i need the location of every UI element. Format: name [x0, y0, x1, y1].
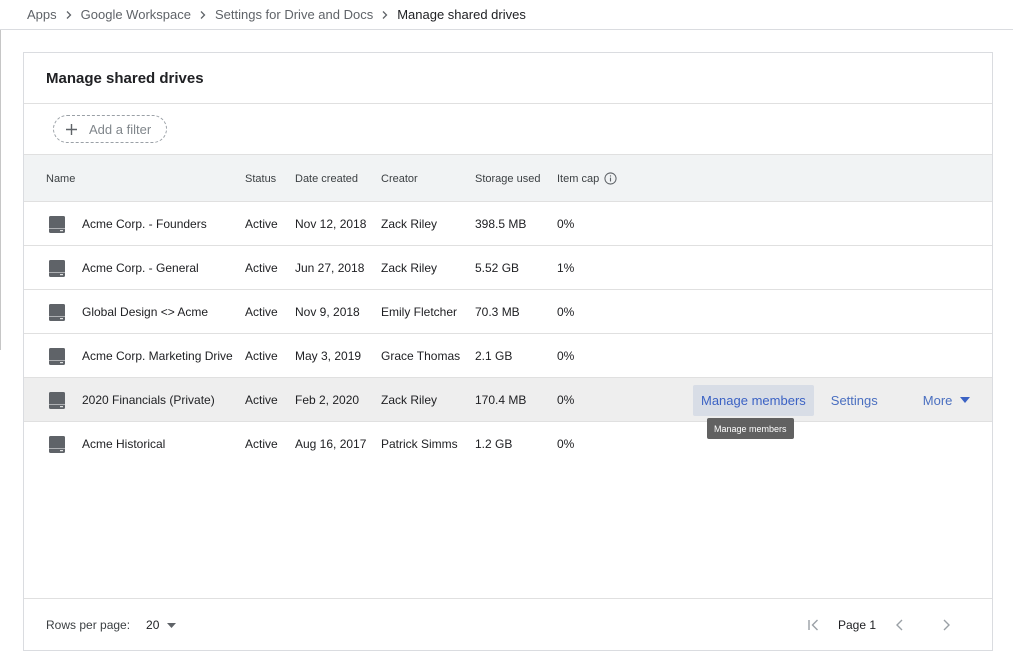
settings-button[interactable]: Settings	[823, 385, 886, 416]
info-icon[interactable]	[604, 172, 617, 185]
previous-page-button[interactable]	[892, 599, 908, 651]
table-row[interactable]: Acme Historical Active Aug 16, 2017 Patr…	[24, 422, 992, 466]
more-button[interactable]: More	[915, 385, 979, 416]
chevron-right-icon	[380, 10, 390, 20]
drive-date-created: Nov 9, 2018	[295, 305, 360, 319]
drive-status: Active	[245, 393, 278, 407]
drive-creator: Zack Riley	[381, 393, 438, 407]
table-row[interactable]: Acme Corp. - Founders Active Nov 12, 201…	[24, 202, 992, 246]
shared-drive-icon	[48, 334, 66, 378]
column-header-storage-used[interactable]: Storage used	[475, 155, 540, 202]
drive-date-created: Jun 27, 2018	[295, 261, 365, 275]
shared-drive-icon	[48, 246, 66, 290]
shared-drive-icon	[48, 202, 66, 246]
column-header-item-cap-label: Item cap	[557, 172, 600, 185]
drive-storage-used: 5.52 GB	[475, 261, 520, 275]
table-row-hovered[interactable]: 2020 Financials (Private) Active Feb 2, …	[24, 378, 992, 422]
breadcrumb: Apps Google Workspace Settings for Drive…	[0, 0, 1013, 30]
shared-drive-icon	[48, 422, 66, 466]
rows-per-page: Rows per page: 20	[46, 599, 177, 651]
chevron-right-icon	[64, 10, 74, 20]
drive-status: Active	[245, 217, 278, 231]
caret-down-icon	[167, 622, 177, 628]
shared-drive-icon	[48, 378, 66, 422]
add-filter-label: Add a filter	[89, 121, 152, 137]
drive-item-cap: 0%	[557, 305, 575, 319]
drive-name: Acme Historical	[82, 437, 166, 451]
drive-date-created: Nov 12, 2018	[295, 217, 367, 231]
table-body: Acme Corp. - Founders Active Nov 12, 201…	[24, 202, 992, 466]
chevron-left-icon	[896, 619, 903, 631]
drive-name: Global Design <> Acme	[82, 305, 209, 319]
drive-name: Acme Corp. - Founders	[82, 217, 207, 231]
drive-item-cap: 0%	[557, 349, 575, 363]
column-header-date-created[interactable]: Date created	[295, 155, 358, 202]
drive-creator: Patrick Simms	[381, 437, 458, 451]
drive-name: Acme Corp. - General	[82, 261, 199, 275]
chevron-right-icon	[943, 619, 950, 631]
drive-item-cap: 0%	[557, 217, 575, 231]
drive-date-created: May 3, 2019	[295, 349, 362, 363]
shared-drive-icon	[48, 290, 66, 334]
column-header-status[interactable]: Status	[245, 155, 276, 202]
manage-members-tooltip: Manage members	[707, 418, 794, 439]
drive-name: Acme Corp. Marketing Drive	[82, 349, 233, 363]
row-actions: Manage members Settings More	[693, 378, 978, 422]
breadcrumb-current: Manage shared drives	[397, 7, 526, 22]
drive-date-created: Aug 16, 2017	[295, 437, 367, 451]
column-header-creator[interactable]: Creator	[381, 155, 418, 202]
drive-status: Active	[245, 437, 278, 451]
card-title: Manage shared drives	[24, 53, 992, 104]
breadcrumb-apps[interactable]: Apps	[27, 7, 57, 22]
drive-item-cap: 1%	[557, 261, 575, 275]
table-row[interactable]: Global Design <> Acme Active Nov 9, 2018…	[24, 290, 992, 334]
drive-creator: Grace Thomas	[381, 349, 461, 363]
filter-bar: Add a filter	[24, 104, 992, 155]
plus-icon	[66, 123, 77, 135]
drive-item-cap: 0%	[557, 437, 575, 451]
pagination: Page 1	[792, 599, 992, 651]
drive-name: 2020 Financials (Private)	[82, 393, 215, 407]
rows-per-page-select[interactable]: 20	[146, 618, 177, 632]
drive-storage-used: 70.3 MB	[475, 305, 520, 319]
add-filter-button[interactable]: Add a filter	[53, 115, 168, 143]
drive-creator: Emily Fletcher	[381, 305, 458, 319]
drive-storage-used: 170.4 MB	[475, 393, 527, 407]
drive-item-cap: 0%	[557, 393, 575, 407]
drive-storage-used: 2.1 GB	[475, 349, 513, 363]
drive-creator: Zack Riley	[381, 217, 438, 231]
page-indicator: Page 1	[838, 618, 877, 632]
first-page-icon	[808, 619, 818, 631]
table-row[interactable]: Acme Corp. - General Active Jun 27, 2018…	[24, 246, 992, 290]
more-button-label: More	[922, 392, 953, 408]
table-row[interactable]: Acme Corp. Marketing Drive Active May 3,…	[24, 334, 992, 378]
column-header-item-cap[interactable]: Item cap	[557, 155, 617, 202]
breadcrumb-drive-settings[interactable]: Settings for Drive and Docs	[215, 7, 373, 22]
drive-storage-used: 398.5 MB	[475, 217, 527, 231]
drive-status: Active	[245, 261, 278, 275]
table-header: Name Status Date created Creator Storage…	[24, 155, 992, 202]
breadcrumb-google-workspace[interactable]: Google Workspace	[81, 7, 191, 22]
caret-down-icon	[960, 397, 971, 403]
shared-drives-card: Manage shared drives Add a filter Name S…	[23, 52, 993, 651]
left-divider	[0, 30, 1, 350]
drive-storage-used: 1.2 GB	[475, 437, 513, 451]
drive-creator: Zack Riley	[381, 261, 438, 275]
drive-status: Active	[245, 305, 278, 319]
next-page-button[interactable]	[938, 599, 954, 651]
rows-per-page-label: Rows per page:	[46, 618, 131, 632]
first-page-button[interactable]	[806, 599, 822, 651]
drive-date-created: Feb 2, 2020	[295, 393, 360, 407]
chevron-right-icon	[198, 10, 208, 20]
drive-status: Active	[245, 349, 278, 363]
column-header-name[interactable]: Name	[46, 155, 75, 202]
rows-per-page-value: 20	[146, 618, 160, 632]
manage-members-button[interactable]: Manage members	[693, 384, 814, 416]
table-footer: Rows per page: 20 Page 1	[24, 598, 992, 650]
